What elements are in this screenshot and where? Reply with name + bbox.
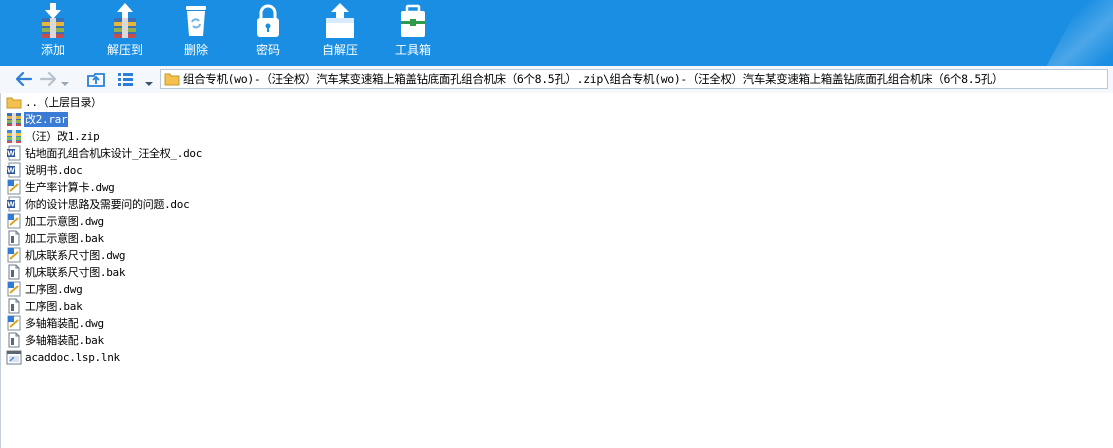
- backup-file-icon: [8, 332, 20, 348]
- file-row[interactable]: 多轴箱装配.dwg: [6, 315, 105, 331]
- svg-text:W: W: [7, 150, 15, 158]
- shortcut-file-icon: [6, 350, 22, 365]
- file-row[interactable]: 加工示意图.bak: [6, 230, 105, 246]
- up-folder-icon[interactable]: [86, 69, 106, 89]
- password-button[interactable]: 密码: [236, 0, 300, 66]
- password-button-label: 密码: [255, 43, 280, 57]
- file-row[interactable]: ..（上层目录）: [6, 94, 103, 110]
- file-name: 钻地面孔组合机床设计_汪全权_.doc: [25, 146, 203, 160]
- self-extract-button[interactable]: 自解压: [308, 0, 372, 66]
- backup-file-icon: [8, 230, 20, 246]
- file-row[interactable]: 改2.rar: [6, 111, 69, 127]
- extract-to-button[interactable]: 解压到: [93, 0, 157, 66]
- word-document-icon: W: [7, 145, 21, 161]
- file-row[interactable]: W 钻地面孔组合机床设计_汪全权_.doc: [6, 145, 203, 161]
- self-extract-button-label: 自解压: [321, 43, 358, 57]
- file-row[interactable]: 工序图.bak: [6, 298, 83, 314]
- file-row[interactable]: 工序图.dwg: [6, 281, 83, 297]
- file-row[interactable]: W 你的设计思路及需要问的问题.doc: [6, 196, 190, 212]
- extract-to-icon: [114, 3, 136, 38]
- file-row[interactable]: （汪）改1.zip: [6, 128, 100, 144]
- file-row[interactable]: 多轴箱装配.bak: [6, 332, 105, 348]
- file-row[interactable]: 生产率计算卡.dwg: [6, 179, 116, 195]
- file-row[interactable]: W 说明书.doc: [6, 162, 83, 178]
- file-name: 多轴箱装配.dwg: [25, 316, 104, 330]
- toolbox-button[interactable]: 工具箱: [381, 0, 445, 66]
- back-arrow-icon[interactable]: [14, 69, 34, 89]
- file-row[interactable]: acaddoc.lsp.lnk: [6, 349, 121, 365]
- file-name: 生产率计算卡.dwg: [25, 180, 115, 194]
- file-name: 机床联系尺寸图.bak: [25, 265, 126, 279]
- address-bar[interactable]: 组合专机(wo)-（汪全权）汽车某变速箱上箱盖钻底面孔组合机床（6个8.5孔）.…: [160, 69, 1108, 89]
- delete-button[interactable]: 删除: [164, 0, 228, 66]
- dwg-drawing-icon: [7, 247, 21, 263]
- toolbox-icon: [401, 4, 425, 37]
- zip-archive-icon: [7, 130, 21, 143]
- file-name: （汪）改1.zip: [25, 129, 100, 143]
- file-name: 说明书.doc: [25, 163, 83, 177]
- file-name: acaddoc.lsp.lnk: [25, 350, 120, 364]
- navigation-bar: 组合专机(wo)-（汪全权）汽车某变速箱上箱盖钻底面孔组合机床（6个8.5孔）.…: [0, 66, 1113, 94]
- file-name: 加工示意图.bak: [25, 231, 104, 245]
- file-row[interactable]: 机床联系尺寸图.bak: [6, 264, 126, 280]
- backup-file-icon: [8, 298, 20, 314]
- file-name: 工序图.dwg: [25, 282, 83, 296]
- self-extract-icon: [326, 3, 354, 38]
- view-mode-icon[interactable]: [116, 69, 136, 89]
- file-row[interactable]: 机床联系尺寸图.dwg: [6, 247, 126, 263]
- parent-folder-icon: [6, 97, 22, 109]
- dwg-drawing-icon: [7, 213, 21, 229]
- backup-file-icon: [8, 264, 20, 280]
- add-button[interactable]: 添加: [21, 0, 85, 66]
- svg-text:W: W: [7, 201, 15, 209]
- forward-history-chevron-down-icon[interactable]: [60, 74, 70, 94]
- dwg-drawing-icon: [7, 281, 21, 297]
- dwg-drawing-icon: [7, 315, 21, 331]
- file-name: 工序图.bak: [25, 299, 83, 313]
- word-document-icon: W: [7, 196, 21, 212]
- main-toolbar: 添加 解压到 删除 密码 自解压 工具箱: [0, 0, 1113, 66]
- extract-to-button-label: 解压到: [106, 43, 143, 57]
- address-path: 组合专机(wo)-（汪全权）汽车某变速箱上箱盖钻底面孔组合机床（6个8.5孔）.…: [183, 72, 1004, 86]
- file-name: 机床联系尺寸图.dwg: [25, 248, 126, 262]
- file-name: 改2.rar: [24, 111, 69, 127]
- file-name: 多轴箱装配.bak: [25, 333, 104, 347]
- file-name: 你的设计思路及需要问的问题.doc: [25, 197, 190, 211]
- toolbar-sheen-decoration: [1039, 0, 1113, 66]
- rar-archive-icon: [7, 113, 21, 126]
- file-name: 加工示意图.dwg: [25, 214, 104, 228]
- toolbox-button-label: 工具箱: [394, 43, 431, 57]
- forward-arrow-icon[interactable]: [38, 69, 58, 89]
- dwg-drawing-icon: [7, 179, 21, 195]
- file-list: ..（上层目录） 改2.rar （汪）改1.zip W 钻地面孔组合机床设计_汪全权_.…: [0, 93, 1113, 448]
- word-document-icon: W: [7, 162, 21, 178]
- file-name: ..（上层目录）: [25, 95, 102, 109]
- folder-icon: [164, 73, 180, 86]
- delete-icon: [186, 6, 206, 36]
- svg-text:W: W: [7, 167, 15, 175]
- view-mode-chevron-down-icon[interactable]: [144, 74, 154, 94]
- delete-button-label: 删除: [183, 43, 208, 57]
- password-lock-icon: [257, 4, 279, 37]
- add-archive-icon: [42, 3, 64, 38]
- add-button-label: 添加: [40, 43, 65, 57]
- file-row[interactable]: 加工示意图.dwg: [6, 213, 105, 229]
